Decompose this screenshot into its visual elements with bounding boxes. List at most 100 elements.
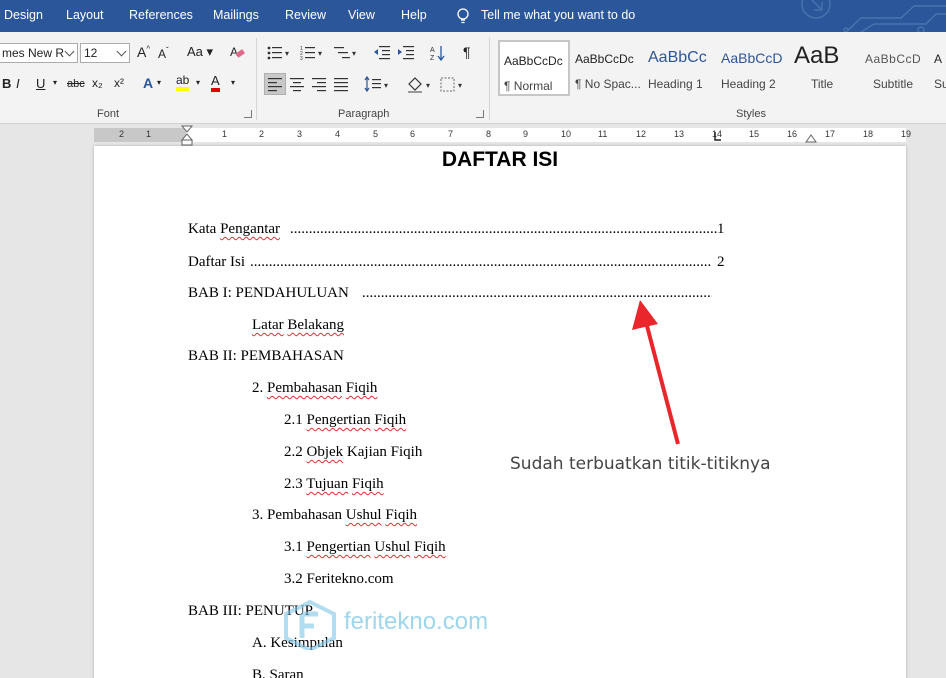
toc-page-number: 1 [717, 221, 725, 237]
ruler-number: 2 [119, 129, 125, 139]
shrink-font-button[interactable]: Aˇ [158, 46, 169, 61]
style-name: ¶ Normal [504, 79, 553, 93]
ruler-number: 5 [373, 129, 379, 139]
toc-entry[interactable]: B. Saran [252, 667, 304, 678]
change-case-button[interactable]: Aa ▾ [187, 44, 213, 60]
underline-button[interactable]: U [36, 76, 45, 91]
italic-button[interactable]: I [16, 76, 20, 91]
clear-formatting-icon[interactable]: A [229, 44, 245, 60]
strikethrough-button[interactable]: abc [67, 78, 85, 90]
svg-text:▾: ▾ [285, 49, 289, 58]
toc-entry[interactable]: 2.3 Tujuan Fiqih [284, 476, 384, 493]
style-name: Heading 2 [721, 77, 776, 91]
underline-dropdown-icon[interactable]: ▾ [53, 78, 57, 87]
change-case-icon: Aa [187, 44, 203, 59]
align-center-icon [290, 78, 304, 92]
style-preview: AaBbCcDc [504, 54, 563, 68]
sort-icon: AZ [430, 46, 445, 62]
tab-layout[interactable]: Layout [66, 8, 104, 22]
tab-references[interactable]: References [129, 8, 193, 22]
paragraph-row2-icons: ▾ ▾ ▾ [290, 75, 462, 93]
ribbon-circuit-decoration [801, 0, 946, 32]
subscript-button[interactable]: x₂ [92, 76, 103, 90]
show-formatting-marks-button[interactable]: ¶ [463, 44, 471, 60]
font-group-label: Font [97, 108, 120, 120]
ruler-number: 15 [749, 129, 760, 139]
ruler-number: 2 [259, 129, 265, 139]
style-normal[interactable]: AaBbCcDc ¶ Normal [498, 40, 570, 96]
tab-design[interactable]: Design [4, 8, 43, 22]
highlight-dropdown-icon[interactable]: ▾ [196, 78, 200, 87]
toc-entry[interactable]: 3. Pembahasan Ushul Fiqih [252, 507, 417, 524]
tab-help[interactable]: Help [401, 8, 427, 22]
right-indent-marker-icon[interactable] [805, 131, 817, 143]
style-no-spacing[interactable]: AaBbCcDc ¶ No Spac... [571, 40, 643, 96]
ruler-number: 6 [410, 129, 416, 139]
font-size-combo[interactable]: 12 [80, 43, 130, 63]
borders-icon: ▾ [440, 77, 462, 92]
toc-entry[interactable]: 3.1 Pengertian Ushul Fiqih [284, 539, 446, 556]
text-effects-button[interactable]: A [143, 75, 153, 91]
grow-font-button[interactable]: A^ [137, 44, 150, 60]
style-preview: AaBbCc [648, 49, 707, 66]
indent-marker-icon[interactable] [181, 125, 193, 147]
style-preview: AaB [794, 42, 840, 69]
style-heading-2[interactable]: AaBbCcD Heading 2 [717, 40, 789, 96]
tab-review[interactable]: Review [285, 8, 326, 22]
toc-entry[interactable]: Daftar Isi [188, 254, 245, 271]
font-color-button[interactable]: A [211, 74, 220, 92]
styles-group-label: Styles [736, 108, 766, 120]
text-effects-dropdown-icon[interactable]: ▾ [157, 78, 161, 87]
font-size-value: 12 [84, 46, 98, 60]
toc-entry[interactable]: 2. Pembahasan Fiqih [252, 380, 377, 397]
group-separator [489, 38, 490, 120]
font-name-combo[interactable]: mes New R [0, 43, 78, 63]
toc-entry[interactable]: 2.2 Objek Kajian Fiqih [284, 444, 422, 461]
horizontal-ruler[interactable]: 2 1 1 2 3 4 5 6 7 8 9 10 11 12 13 14 15 16 17 18 19 [0, 125, 946, 147]
tell-me-search[interactable]: Tell me what you want to do [455, 8, 635, 24]
vertical-scrollbar[interactable] [936, 146, 946, 678]
group-separator [256, 38, 257, 120]
style-name: ¶ No Spac... [575, 77, 641, 91]
annotation-text: Sudah terbuatkan titik-titiknya [510, 454, 771, 474]
paragraph-dialog-launcher-icon[interactable] [476, 110, 484, 118]
align-left-icon [268, 78, 282, 92]
toc-entry[interactable]: 3.2 Feritekno.com [284, 571, 394, 588]
tab-stop-icon[interactable] [712, 132, 722, 142]
ruler-number: 17 [825, 129, 836, 139]
tab-mailings[interactable]: Mailings [213, 8, 259, 22]
toc-entry[interactable]: BAB II: PEMBAHASAN [188, 348, 344, 365]
toc-page-number: 2 [717, 254, 725, 270]
font-dialog-launcher-icon[interactable] [244, 110, 252, 118]
document-page[interactable]: DAFTAR ISI Kata Pengantar ..............… [94, 146, 906, 678]
superscript-button[interactable]: x² [114, 76, 124, 90]
svg-text:▾: ▾ [318, 49, 322, 58]
align-left-button[interactable] [264, 73, 286, 95]
svg-text:▾: ▾ [384, 81, 388, 90]
style-subtitle[interactable]: AaBbCcD Subtitle [861, 40, 933, 96]
ruler-number: 1 [146, 129, 152, 139]
style-subtle[interactable]: A Su [930, 40, 946, 96]
toc-entry-word: Pengantar [220, 221, 281, 237]
toc-entry[interactable]: Latar Belakang [252, 317, 344, 334]
ribbon-home: mes New R 12 A^ Aˇ Aa ▾ A B I U ▾ abc x₂… [0, 32, 946, 124]
ruler-number: 19 [901, 129, 912, 139]
toc-entry[interactable]: Kata Pengantar [188, 221, 280, 238]
toc-entry[interactable]: BAB I: PENDAHULUAN [188, 285, 349, 302]
annotation-arrow-icon [632, 300, 680, 445]
document-title: DAFTAR ISI [441, 148, 559, 171]
font-name-value: mes New R [2, 46, 65, 60]
font-color-dropdown-icon[interactable]: ▾ [231, 78, 235, 87]
toc-dots: ........................................… [290, 221, 718, 237]
ruler-number: 4 [335, 129, 341, 139]
tab-view[interactable]: View [348, 8, 375, 22]
ruler-number: 11 [598, 129, 608, 139]
bullets-icon: ▾ [267, 46, 289, 60]
ruler-track [94, 128, 906, 142]
style-title[interactable]: AaB Title [790, 40, 862, 96]
toc-entry[interactable]: 2.1 Pengertian Fiqih [284, 412, 406, 429]
highlight-button[interactable]: ab [176, 74, 190, 91]
decrease-indent-icon [374, 46, 390, 60]
bold-button[interactable]: B [2, 76, 11, 91]
style-heading-1[interactable]: AaBbCc Heading 1 [644, 40, 716, 96]
